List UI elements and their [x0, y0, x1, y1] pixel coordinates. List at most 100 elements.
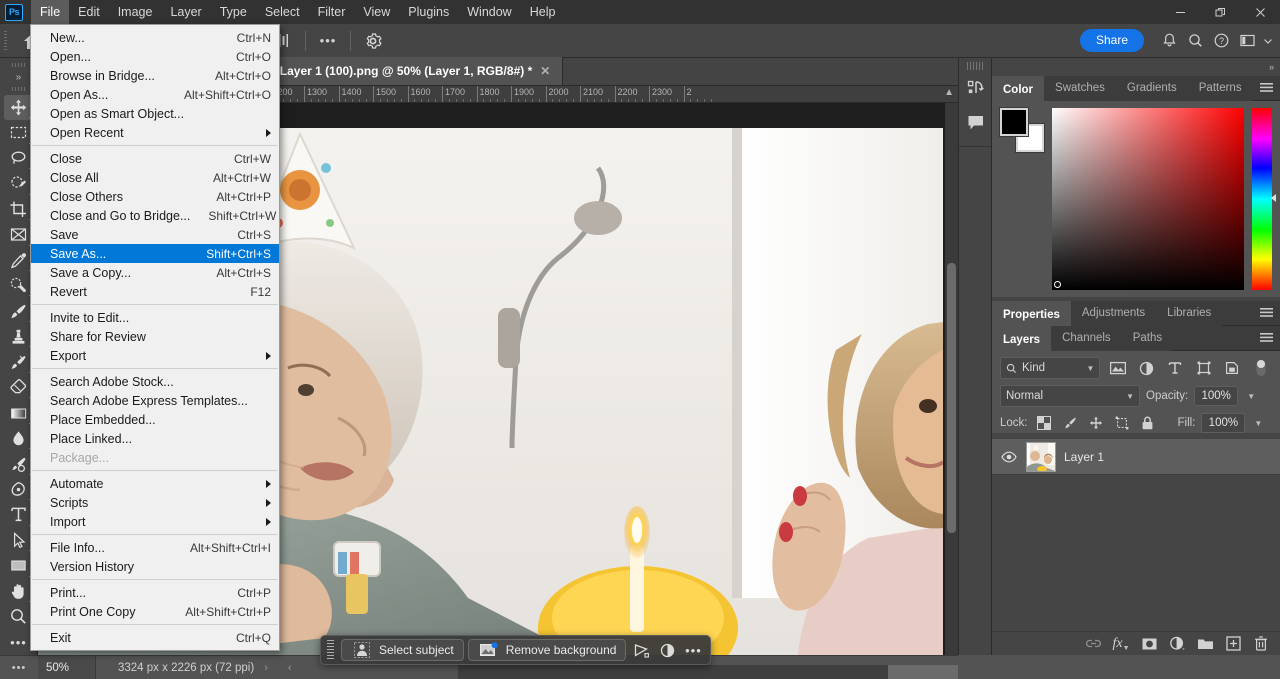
tab-paths[interactable]: Paths	[1121, 326, 1174, 351]
spot-healing-brush-tool[interactable]	[4, 273, 34, 298]
link-layers-icon[interactable]	[1080, 633, 1106, 655]
tab-libraries[interactable]: Libraries	[1156, 301, 1223, 326]
search-icon[interactable]	[1182, 29, 1208, 53]
chevron-down-icon[interactable]: ▼	[1087, 364, 1095, 373]
tab-properties[interactable]: Properties	[992, 301, 1071, 326]
layer-filter-kind-select[interactable]: Kind ▼	[1000, 357, 1101, 379]
workspace-icon[interactable]	[1234, 29, 1260, 53]
menu-item-share-for-review[interactable]: Share for Review	[31, 327, 279, 346]
canvas-vertical-scrollbar[interactable]	[945, 103, 958, 655]
bell-icon[interactable]	[1156, 29, 1182, 53]
help-icon[interactable]: ?	[1208, 29, 1234, 53]
panel-menu-icon[interactable]	[1259, 81, 1274, 95]
hue-slider-marker[interactable]	[1271, 194, 1276, 202]
gradient-tool[interactable]	[4, 400, 34, 425]
menu-item-close-all[interactable]: Close All Alt+Ctrl+W	[31, 168, 279, 187]
menu-item-scripts[interactable]: Scripts	[31, 493, 279, 512]
menu-item-browse-in-bridge[interactable]: Browse in Bridge... Alt+Ctrl+O	[31, 66, 279, 85]
tab-gradients[interactable]: Gradients	[1115, 76, 1188, 101]
crop-tool[interactable]	[4, 197, 34, 222]
close-icon[interactable]: ✕	[540, 64, 550, 78]
brush-tool[interactable]	[4, 298, 34, 323]
chevron-up-icon[interactable]: ▲	[942, 87, 956, 98]
menu-edit[interactable]: Edit	[69, 0, 109, 24]
options-bar-grip[interactable]	[0, 24, 10, 58]
menu-filter[interactable]: Filter	[309, 0, 355, 24]
new-group-icon[interactable]	[1192, 633, 1218, 655]
new-layer-icon[interactable]	[1220, 633, 1246, 655]
lock-image-pixels-icon[interactable]	[1060, 413, 1080, 433]
transform-icon[interactable]	[630, 639, 652, 661]
task-bar-grip[interactable]	[327, 640, 334, 660]
filter-pixel-icon[interactable]	[1106, 357, 1129, 379]
menu-select[interactable]: Select	[256, 0, 309, 24]
menu-layer[interactable]: Layer	[161, 0, 210, 24]
collapse-panels-right-button[interactable]: »	[1269, 62, 1274, 72]
layer-style-fx-icon[interactable]: fx ▼	[1108, 633, 1134, 655]
menu-item-print-one-copy[interactable]: Print One Copy Alt+Shift+Ctrl+P	[31, 602, 279, 621]
menu-view[interactable]: View	[354, 0, 399, 24]
lasso-tool[interactable]	[4, 146, 34, 171]
task-bar-more-button[interactable]: •••	[682, 639, 704, 661]
menu-window[interactable]: Window	[458, 0, 520, 24]
menu-help[interactable]: Help	[521, 0, 565, 24]
zoom-tool[interactable]	[4, 604, 34, 629]
share-button[interactable]: Share	[1079, 29, 1144, 52]
menu-item-import[interactable]: Import	[31, 512, 279, 531]
chevron-down-icon[interactable]: ▼	[1126, 392, 1134, 401]
more-tools-button[interactable]: •••	[4, 630, 34, 655]
menu-item-close[interactable]: Close Ctrl+W	[31, 149, 279, 168]
close-button[interactable]	[1240, 0, 1280, 24]
delete-layer-icon[interactable]	[1248, 633, 1274, 655]
menu-item-export[interactable]: Export	[31, 346, 279, 365]
object-selection-tool[interactable]	[4, 171, 34, 196]
select-subject-button[interactable]: Select subject	[341, 639, 464, 661]
tab-patterns[interactable]: Patterns	[1187, 76, 1253, 101]
history-brush-tool[interactable]	[4, 349, 34, 374]
tab-swatches[interactable]: Swatches	[1044, 76, 1116, 101]
tab-color[interactable]: Color	[992, 76, 1045, 101]
new-adjustment-layer-icon[interactable]	[1164, 633, 1190, 655]
lock-transparent-pixels-icon[interactable]	[1034, 413, 1054, 433]
adjustment-layer-icon[interactable]	[656, 639, 678, 661]
clone-stamp-tool[interactable]	[4, 324, 34, 349]
table-row[interactable]: Layer 1	[992, 439, 1280, 475]
menu-item-exit[interactable]: Exit Ctrl+Q	[31, 628, 279, 647]
horizontal-scrollbar-track[interactable]	[458, 665, 958, 679]
frame-tool[interactable]	[4, 222, 34, 247]
menu-file[interactable]: File	[31, 0, 70, 24]
filter-type-icon[interactable]	[1164, 357, 1187, 379]
filter-smart-object-icon[interactable]	[1221, 357, 1244, 379]
menu-type[interactable]: Type	[211, 0, 256, 24]
mini-dock-grip[interactable]	[967, 62, 983, 70]
menu-item-search-adobe-express-templates[interactable]: Search Adobe Express Templates...	[31, 391, 279, 410]
opacity-value[interactable]: 100%	[1194, 386, 1239, 406]
opacity-stepper-chevron-icon[interactable]: ▼	[1244, 392, 1255, 401]
panel-menu-icon[interactable]	[1259, 306, 1274, 320]
lock-all-icon[interactable]	[1138, 413, 1158, 433]
eyedropper-tool[interactable]	[4, 248, 34, 273]
menu-item-close-and-go-to-bridge[interactable]: Close and Go to Bridge... Shift+Ctrl+W	[31, 206, 279, 225]
layer-name[interactable]: Layer 1	[1064, 450, 1104, 464]
history-icon[interactable]	[959, 72, 993, 106]
menu-item-print[interactable]: Print... Ctrl+P	[31, 583, 279, 602]
zoom-level-field[interactable]: 50%	[38, 655, 96, 679]
menu-item-save-a-copy[interactable]: Save a Copy... Alt+Ctrl+S	[31, 263, 279, 282]
tab-layers[interactable]: Layers	[992, 326, 1052, 351]
layer-thumbnail[interactable]	[1026, 441, 1056, 472]
filter-adjustment-icon[interactable]	[1135, 357, 1158, 379]
horizontal-scrollbar-thumb[interactable]	[888, 665, 958, 679]
status-next-arrow[interactable]: ›	[254, 662, 278, 674]
menu-item-search-adobe-stock[interactable]: Search Adobe Stock...	[31, 372, 279, 391]
menu-item-close-others[interactable]: Close Others Alt+Ctrl+P	[31, 187, 279, 206]
menu-item-revert[interactable]: Revert F12	[31, 282, 279, 301]
hue-slider[interactable]	[1252, 108, 1276, 290]
rectangle-tool[interactable]	[4, 553, 34, 578]
add-layer-mask-icon[interactable]	[1136, 633, 1162, 655]
remove-background-button[interactable]: Remove background	[467, 639, 627, 661]
lock-artboard-icon[interactable]	[1112, 413, 1132, 433]
move-tool[interactable]	[3, 94, 34, 121]
status-prev-arrow[interactable]: ‹	[278, 662, 302, 674]
menu-item-save[interactable]: Save Ctrl+S	[31, 225, 279, 244]
menu-item-open-as-smart-object[interactable]: Open as Smart Object...	[31, 104, 279, 123]
